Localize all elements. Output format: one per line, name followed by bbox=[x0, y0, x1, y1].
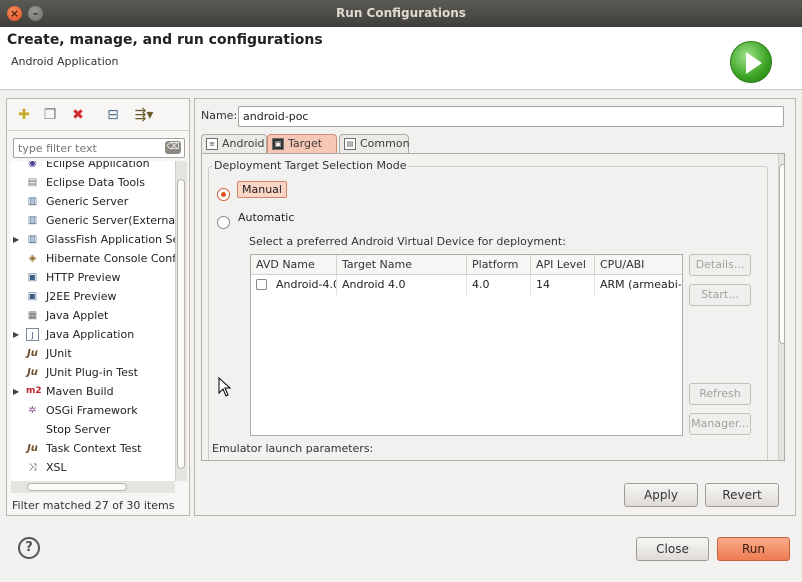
name-label: Name: bbox=[201, 109, 238, 122]
tree-horizontal-scroll-thumb[interactable] bbox=[27, 483, 127, 491]
tree-item[interactable]: Ju JUnit Plug-in Test bbox=[11, 363, 175, 382]
maven-icon: m2 bbox=[26, 386, 42, 396]
left-toolbar: ✚ ❐ ✖ ⊟ ⇶▾ bbox=[7, 99, 189, 131]
emulator-params-label: Emulator launch parameters: bbox=[212, 442, 374, 455]
tree-item[interactable]: ▣ J2EE Preview bbox=[11, 287, 175, 306]
server-icon: ▥ bbox=[27, 215, 38, 226]
junit-icon: Ju bbox=[27, 348, 38, 359]
tree-item[interactable]: ◈ Hibernate Console Config bbox=[11, 249, 175, 268]
target-tab-icon: ▣ bbox=[272, 138, 284, 150]
expand-arrow-icon[interactable]: ▶ bbox=[13, 325, 19, 344]
new-config-icon[interactable]: ✚ bbox=[15, 106, 33, 124]
close-window-icon[interactable]: × bbox=[7, 6, 22, 21]
tab-common[interactable]: ▤ Common bbox=[339, 134, 410, 153]
mouse-cursor-icon bbox=[218, 377, 232, 397]
filter-status: Filter matched 27 of 30 items bbox=[12, 499, 175, 512]
automatic-radio-label[interactable]: Automatic bbox=[238, 211, 294, 224]
android-tab-icon: ≡ bbox=[206, 138, 218, 150]
tree-item[interactable]: ▥ Generic Server(External La bbox=[11, 211, 175, 230]
column-header[interactable]: CPU/ABI bbox=[595, 255, 682, 275]
column-header[interactable]: Target Name bbox=[337, 255, 467, 275]
delete-config-icon[interactable]: ✖ bbox=[69, 106, 87, 124]
eclipse-icon: ◉ bbox=[28, 161, 37, 169]
collapse-all-icon[interactable]: ⊟ bbox=[104, 106, 122, 124]
dialog-header: Create, manage, and run configurations A… bbox=[0, 27, 802, 90]
run-logo-icon bbox=[730, 41, 772, 83]
osgi-icon: ✲ bbox=[28, 405, 37, 416]
start-button[interactable]: Start... bbox=[689, 284, 751, 306]
xsl-icon: ⤨ bbox=[28, 462, 37, 473]
table-cell[interactable]: Android 4.0 bbox=[337, 275, 467, 295]
preview-icon: ▣ bbox=[27, 272, 38, 283]
tree-item[interactable]: Ju JUnit bbox=[11, 344, 175, 363]
tree-scroll-thumb[interactable] bbox=[177, 179, 185, 469]
tree-item[interactable]: ▦ Java Applet bbox=[11, 306, 175, 325]
tree-item[interactable]: ▶ ▥ GlassFish Application Serv bbox=[11, 230, 175, 249]
server-icon: ▥ bbox=[27, 196, 38, 207]
filter-input[interactable] bbox=[13, 138, 185, 158]
avd-table: AVD Name Target Name Platform API Level … bbox=[250, 254, 683, 436]
tree-item[interactable]: Ju Task Context Test bbox=[11, 439, 175, 458]
clear-filter-icon[interactable]: ⌫ bbox=[165, 141, 181, 154]
tree-item[interactable]: ▶ J Java Application bbox=[11, 325, 175, 344]
tree-item[interactable]: ◉ Eclipse Application bbox=[11, 161, 175, 173]
preview-icon: ▣ bbox=[27, 291, 38, 302]
applet-icon: ▦ bbox=[27, 310, 38, 321]
apply-button[interactable]: Apply bbox=[624, 483, 698, 507]
column-header[interactable]: AVD Name bbox=[251, 255, 337, 275]
run-button[interactable]: Run bbox=[717, 537, 790, 561]
tree-item[interactable]: ▥ Generic Server bbox=[11, 192, 175, 211]
revert-button[interactable]: Revert bbox=[705, 483, 779, 507]
close-button[interactable]: Close bbox=[636, 537, 709, 561]
common-tab-icon: ▤ bbox=[344, 138, 356, 150]
group-title: Deployment Target Selection Mode bbox=[212, 159, 409, 172]
target-tab-content: Deployment Target Selection Mode Manual … bbox=[201, 153, 785, 461]
manual-radio-label[interactable]: Manual bbox=[237, 181, 287, 198]
database-icon: ▤ bbox=[27, 177, 38, 188]
junit-icon: Ju bbox=[27, 443, 38, 454]
column-header[interactable]: Platform bbox=[467, 255, 531, 275]
configuration-editor-pane: Name: ≡ Android ▣ Target ▤ Common Deploy… bbox=[194, 98, 796, 516]
name-input[interactable] bbox=[238, 106, 784, 127]
junit-plugin-icon: Ju bbox=[27, 367, 38, 378]
refresh-button[interactable]: Refresh bbox=[689, 383, 751, 405]
configuration-tree: ◉ Eclipse Application ▤ Eclipse Data Too… bbox=[11, 161, 175, 481]
tree-item[interactable]: ▶ m2 Maven Build bbox=[11, 382, 175, 401]
table-cell[interactable]: Android-4.0 bbox=[271, 275, 337, 295]
header-title: Create, manage, and run configurations bbox=[7, 32, 323, 48]
tab-target[interactable]: ▣ Target bbox=[267, 134, 337, 153]
avd-row-checkbox[interactable] bbox=[256, 279, 267, 290]
duplicate-config-icon[interactable]: ❐ bbox=[41, 106, 59, 124]
tab-scroll-thumb[interactable] bbox=[779, 164, 784, 344]
table-cell[interactable]: 4.0 bbox=[467, 275, 531, 295]
hibernate-icon: ◈ bbox=[28, 253, 37, 264]
table-cell[interactable]: 14 bbox=[531, 275, 595, 295]
avd-prompt: Select a preferred Android Virtual Devic… bbox=[249, 235, 566, 248]
help-icon[interactable]: ? bbox=[18, 537, 40, 559]
tree-item[interactable]: ⤨ XSL bbox=[11, 458, 175, 477]
manager-button[interactable]: Manager... bbox=[689, 413, 751, 435]
automatic-radio[interactable] bbox=[217, 216, 230, 229]
tree-item[interactable]: ✲ OSGi Framework bbox=[11, 401, 175, 420]
tree-item[interactable]: ▣ HTTP Preview bbox=[11, 268, 175, 287]
tab-android[interactable]: ≡ Android bbox=[201, 134, 267, 153]
table-cell[interactable]: ARM (armeabi-v7 bbox=[595, 275, 682, 295]
manual-radio[interactable] bbox=[217, 188, 230, 201]
header-subtitle: Android Application bbox=[11, 55, 119, 68]
configuration-list-pane: ✚ ❐ ✖ ⊟ ⇶▾ ⌫ ◉ Eclipse Application ▤ Ecl… bbox=[6, 98, 190, 516]
minimize-window-icon[interactable]: – bbox=[28, 6, 43, 21]
expand-arrow-icon[interactable]: ▶ bbox=[13, 382, 19, 401]
server-icon: ▥ bbox=[27, 234, 38, 245]
details-button[interactable]: Details... bbox=[689, 254, 751, 276]
filter-menu-icon[interactable]: ⇶▾ bbox=[131, 106, 157, 124]
tree-item[interactable]: Stop Server bbox=[11, 420, 175, 439]
column-header[interactable]: API Level bbox=[531, 255, 595, 275]
title-bar: Run Configurations bbox=[0, 0, 802, 27]
window-title: Run Configurations bbox=[336, 6, 466, 20]
java-app-icon: J bbox=[26, 328, 39, 341]
tree-item[interactable]: ▤ Eclipse Data Tools bbox=[11, 173, 175, 192]
expand-arrow-icon[interactable]: ▶ bbox=[13, 230, 19, 249]
